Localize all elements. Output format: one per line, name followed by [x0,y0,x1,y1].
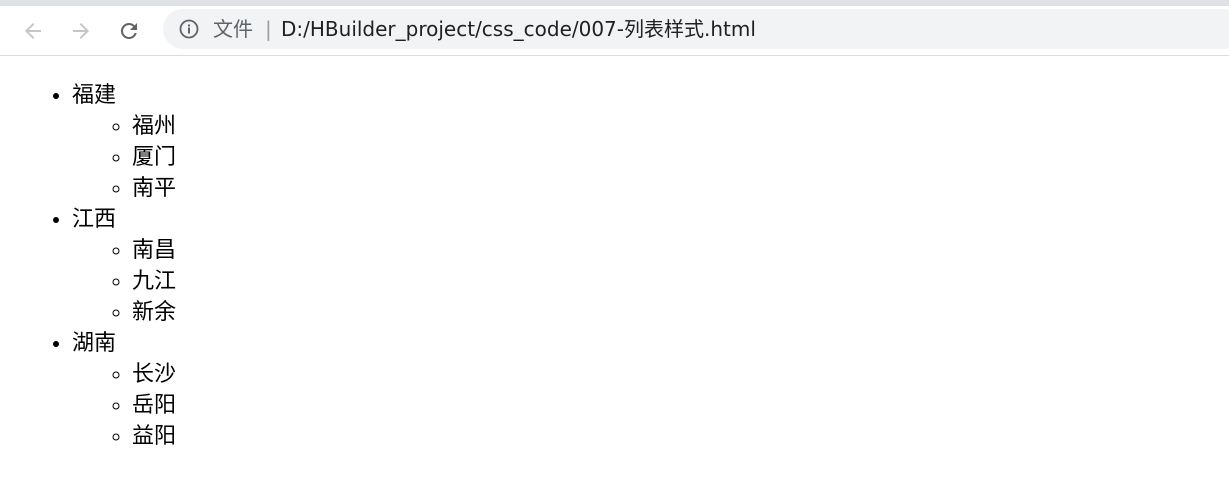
list-item: 福州 [132,111,1229,142]
url-text[interactable]: D:/HBuilder_project/css_code/007-列表样式.ht… [281,9,756,49]
scheme-label: 文件 [213,17,253,41]
arrow-right-icon [73,23,89,39]
list-item-jiangxi: 江西 南昌 九江 新余 [72,204,1229,328]
page-content: 福建 福州 厦门 南平 江西 南昌 九江 新余 湖南 长沙 岳阳 益阳 [0,80,1229,452]
info-icon[interactable] [179,19,199,39]
list-item-hunan: 湖南 长沙 岳阳 益阳 [72,328,1229,452]
province-list: 福建 福州 厦门 南平 江西 南昌 九江 新余 湖南 长沙 岳阳 益阳 [0,80,1229,452]
list-item: 长沙 [132,359,1229,390]
back-button[interactable] [19,17,47,45]
city-list: 福州 厦门 南平 [72,111,1229,204]
arrow-left-icon [25,23,41,39]
list-item: 新余 [132,297,1229,328]
reload-button[interactable] [115,17,143,45]
list-item-fujian: 福建 福州 厦门 南平 [72,80,1229,204]
list-item: 厦门 [132,142,1229,173]
province-name: 湖南 [72,331,117,356]
browser-toolbar: 文件 | D:/HBuilder_project/css_code/007-列表… [0,0,1229,56]
city-list: 南昌 九江 新余 [72,235,1229,328]
reload-icon [120,22,137,39]
city-list: 长沙 岳阳 益阳 [72,359,1229,452]
list-item: 益阳 [132,421,1229,452]
forward-button[interactable] [67,17,95,45]
list-item: 岳阳 [132,390,1229,421]
omnibox-separator: | [265,17,272,41]
list-item: 南平 [132,173,1229,204]
address-bar[interactable]: 文件 | D:/HBuilder_project/css_code/007-列表… [163,9,1229,49]
list-item: 九江 [132,266,1229,297]
province-name: 福建 [72,83,117,108]
province-name: 江西 [72,207,117,232]
list-item: 南昌 [132,235,1229,266]
